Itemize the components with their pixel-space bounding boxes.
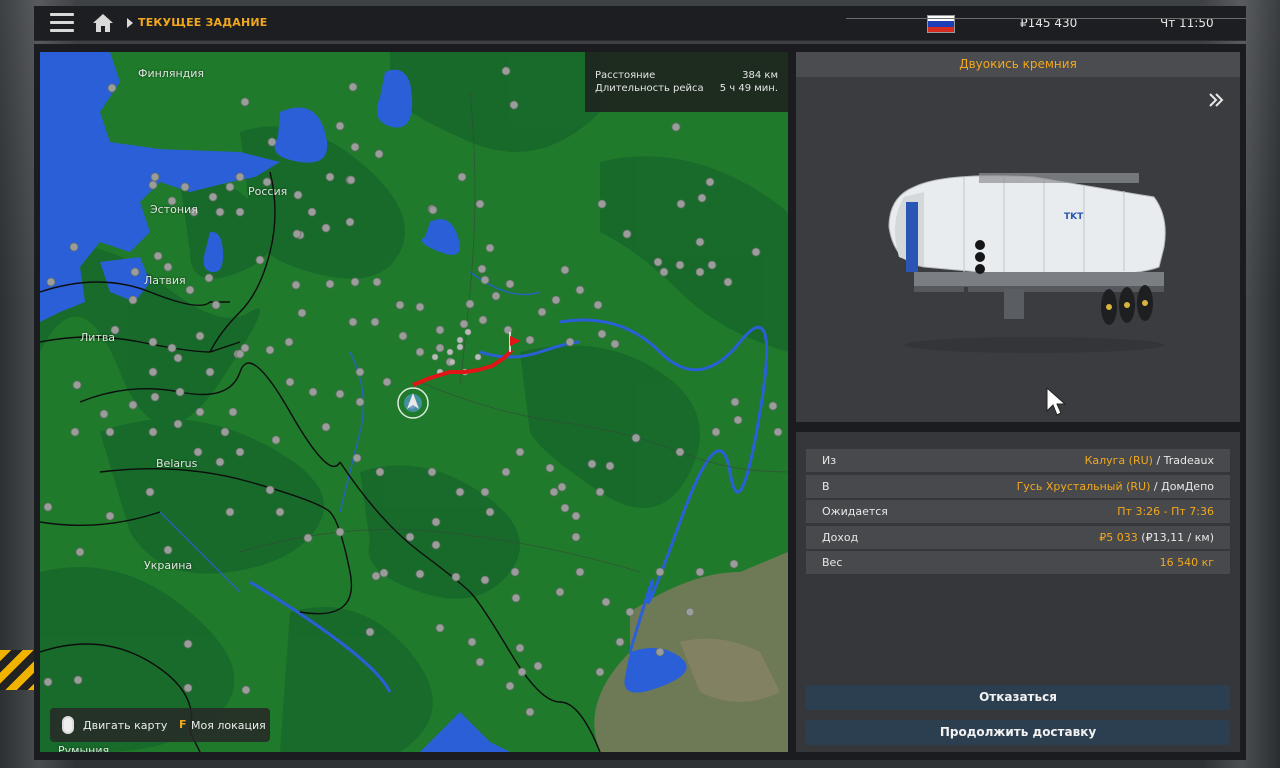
breadcrumb: ТЕКУЩЕЕ ЗАДАНИЕ bbox=[138, 16, 268, 29]
distance-label: Расстояние bbox=[595, 70, 656, 81]
cancel-job-button[interactable]: Отказаться bbox=[806, 685, 1230, 710]
to-city: Гусь Хрустальный (RU) bbox=[1016, 480, 1151, 493]
mouse-cursor-icon bbox=[1046, 387, 1066, 416]
expand-icon[interactable] bbox=[1208, 92, 1224, 108]
expected-label: Ожидается bbox=[822, 505, 888, 518]
menu-icon[interactable] bbox=[50, 13, 74, 33]
cargo-name: Двуокись кремния bbox=[796, 52, 1240, 77]
hazard-stripe bbox=[0, 650, 34, 690]
from-label: Из bbox=[822, 454, 837, 467]
location-key: F bbox=[179, 718, 187, 731]
distance-value: 384 км bbox=[742, 70, 778, 81]
map-controls-hint: Двигать карту F Моя локация bbox=[50, 708, 270, 742]
continue-delivery-button[interactable]: Продолжить доставку bbox=[806, 720, 1230, 745]
duration-value: 5 ч 49 мин. bbox=[719, 83, 778, 94]
map-label-romania: Румыния bbox=[58, 744, 110, 752]
map-label-estonia: Эстония bbox=[150, 203, 198, 216]
duration-label: Длительность рейса bbox=[595, 83, 704, 94]
map-label-lithuania: Литва bbox=[80, 331, 116, 344]
detail-row-income: Доход ₽5 033 (₽13,11 / км) bbox=[806, 526, 1230, 549]
detail-row-weight: Вес 16 540 кг bbox=[806, 551, 1230, 574]
expected-value: Пт 3:26 - Пт 7:36 bbox=[1117, 505, 1214, 518]
map-label-ukraine: Украина bbox=[144, 559, 193, 572]
from-city: Калуга (RU) bbox=[1084, 454, 1153, 467]
map-label-finland: Финляндия bbox=[138, 67, 205, 80]
to-label: В bbox=[822, 480, 830, 493]
world-map[interactable]: Финляндия Россия Эстония Латвия Литва Be… bbox=[40, 52, 788, 752]
income-value: ₽5 033 bbox=[1099, 531, 1138, 544]
weight-value: 16 540 кг bbox=[1159, 556, 1214, 569]
map-label-latvia: Латвия bbox=[144, 274, 186, 287]
my-location-hint[interactable]: Моя локация bbox=[191, 719, 266, 732]
top-bar: ТЕКУЩЕЕ ЗАДАНИЕ ₽145 430 Чт 11:50 bbox=[34, 6, 1246, 41]
distance-row: Расстояние 384 км bbox=[595, 70, 778, 81]
income-value-group: ₽5 033 (₽13,11 / км) bbox=[1099, 526, 1214, 549]
detail-row-from: Из Калуга (RU) / Tradeaux bbox=[806, 449, 1230, 472]
home-icon[interactable] bbox=[92, 13, 114, 33]
income-label: Доход bbox=[822, 531, 859, 544]
divider bbox=[846, 18, 1246, 19]
job-details-panel: Из Калуга (RU) / Tradeaux В Гусь Хрустал… bbox=[796, 432, 1240, 752]
income-rate: (₽13,11 / км) bbox=[1141, 531, 1214, 544]
from-value: Калуга (RU) / Tradeaux bbox=[1084, 454, 1214, 467]
svg-text:TKT: TKT bbox=[1064, 212, 1084, 222]
tanker-trailer-image: TKT bbox=[888, 173, 1166, 353]
status-area: ₽145 430 Чт 11:50 bbox=[844, 6, 1246, 40]
mouse-icon bbox=[62, 716, 74, 734]
detail-row-expected: Ожидается Пт 3:26 - Пт 7:36 bbox=[806, 500, 1230, 523]
move-map-hint[interactable]: Двигать карту bbox=[83, 719, 167, 732]
duration-row: Длительность рейса 5 ч 49 мин. bbox=[595, 83, 778, 94]
map-label-russia: Россия bbox=[248, 185, 288, 198]
map-label-belarus: Belarus bbox=[156, 457, 198, 470]
detail-row-to: В Гусь Хрустальный (RU) / ДомДепо bbox=[806, 475, 1230, 498]
weight-label: Вес bbox=[822, 556, 843, 569]
to-value: Гусь Хрустальный (RU) / ДомДепо bbox=[1016, 480, 1214, 493]
map-canvas bbox=[40, 52, 788, 752]
from-company: Tradeaux bbox=[1163, 454, 1214, 467]
to-company: ДомДепо bbox=[1161, 480, 1214, 493]
cargo-preview-panel: Двуокись кремния TKT bbox=[796, 52, 1240, 422]
trip-info-panel: Расстояние 384 км Длительность рейса 5 ч… bbox=[585, 52, 788, 112]
breadcrumb-arrow-icon bbox=[127, 18, 133, 28]
